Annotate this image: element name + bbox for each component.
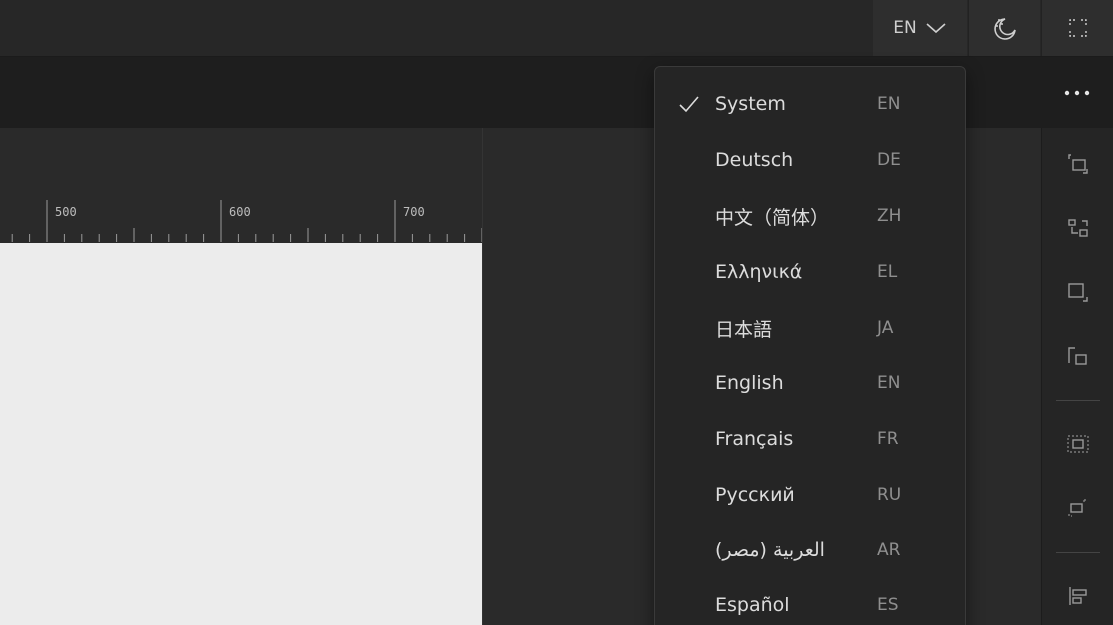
- language-option-code: EN: [877, 94, 901, 114]
- top-bar: EN: [0, 0, 1113, 57]
- frame-button[interactable]: [1042, 272, 1113, 312]
- moon-stars-icon: [993, 18, 1016, 40]
- language-option-label: 日本語: [715, 318, 773, 341]
- language-option-code: FR: [877, 429, 899, 449]
- fullscreen-icon: [1068, 19, 1087, 37]
- align-left-button[interactable]: [1042, 576, 1113, 616]
- language-option-code: RU: [877, 485, 902, 505]
- language-option-system[interactable]: System EN: [655, 76, 965, 132]
- language-option-label: Deutsch: [715, 149, 794, 171]
- horizontal-ruler: 500 600 700: [11, 200, 482, 242]
- right-toolbar: [1041, 128, 1113, 625]
- toolbar-separator: [1056, 400, 1100, 401]
- group-button[interactable]: [1042, 208, 1113, 248]
- frame-icon: [1068, 283, 1088, 302]
- toolbar-separator: [1056, 552, 1100, 553]
- fullscreen-button[interactable]: [1041, 0, 1113, 56]
- language-code: EN: [893, 18, 917, 38]
- language-option-spanish[interactable]: Español ES: [655, 577, 965, 625]
- mask-button[interactable]: [1042, 424, 1113, 464]
- language-option-russian[interactable]: Русский RU: [655, 467, 965, 523]
- language-option-english[interactable]: English EN: [655, 355, 965, 411]
- language-selector-button[interactable]: EN: [873, 0, 967, 56]
- align-left-icon: [1069, 587, 1087, 605]
- boolean-button[interactable]: [1042, 488, 1113, 528]
- app-window: EN 500 600 700 System EN Deutsch DE 中文（简…: [0, 0, 1113, 625]
- language-option-chinese[interactable]: 中文（简体） ZH: [655, 188, 965, 244]
- language-option-label: Ελληνικά: [715, 261, 803, 283]
- ungroup-icon: [1068, 347, 1087, 365]
- language-menu: System EN Deutsch DE 中文（简体） ZH Ελληνικά …: [654, 66, 966, 625]
- language-option-arabic[interactable]: العربية (مصر) AR: [655, 522, 965, 578]
- theme-toggle-button[interactable]: [968, 0, 1040, 56]
- language-option-label: Français: [715, 428, 794, 450]
- chevron-down-icon: [926, 23, 946, 34]
- language-option-french[interactable]: Français FR: [655, 411, 965, 467]
- ruler-label: 500: [55, 205, 77, 219]
- checkmark-icon: [679, 96, 699, 113]
- language-option-code: EL: [877, 262, 898, 282]
- bool-icon: [1068, 499, 1087, 517]
- canvas-page[interactable]: [0, 243, 482, 625]
- more-horizontal-icon: [1064, 90, 1090, 95]
- language-option-label: Русский: [715, 484, 795, 506]
- ungroup-button[interactable]: [1042, 336, 1113, 376]
- language-option-code: AR: [877, 540, 901, 560]
- ruler-label: 600: [229, 205, 251, 219]
- language-option-code: EN: [877, 373, 901, 393]
- ruler-label: 700: [403, 205, 425, 219]
- language-option-label: 中文（简体）: [715, 206, 830, 229]
- arrange-front-icon: [1068, 154, 1088, 174]
- language-option-code: ES: [877, 595, 899, 615]
- group-icon: [1068, 219, 1088, 237]
- language-option-code: DE: [877, 150, 901, 170]
- language-option-japanese[interactable]: 日本語 JA: [655, 300, 965, 356]
- language-option-label: English: [715, 372, 784, 394]
- panel-divider: [482, 128, 483, 625]
- more-options-button[interactable]: [1041, 57, 1113, 128]
- language-option-greek[interactable]: Ελληνικά EL: [655, 244, 965, 300]
- language-option-label: Español: [715, 594, 790, 616]
- language-option-deutsch[interactable]: Deutsch DE: [655, 132, 965, 188]
- arrange-front-button[interactable]: [1042, 144, 1113, 184]
- language-option-label: العربية (مصر): [715, 539, 825, 561]
- mask-icon: [1067, 435, 1089, 453]
- language-option-code: ZH: [877, 206, 902, 226]
- language-option-label: System: [715, 93, 786, 115]
- language-option-code: JA: [877, 318, 894, 338]
